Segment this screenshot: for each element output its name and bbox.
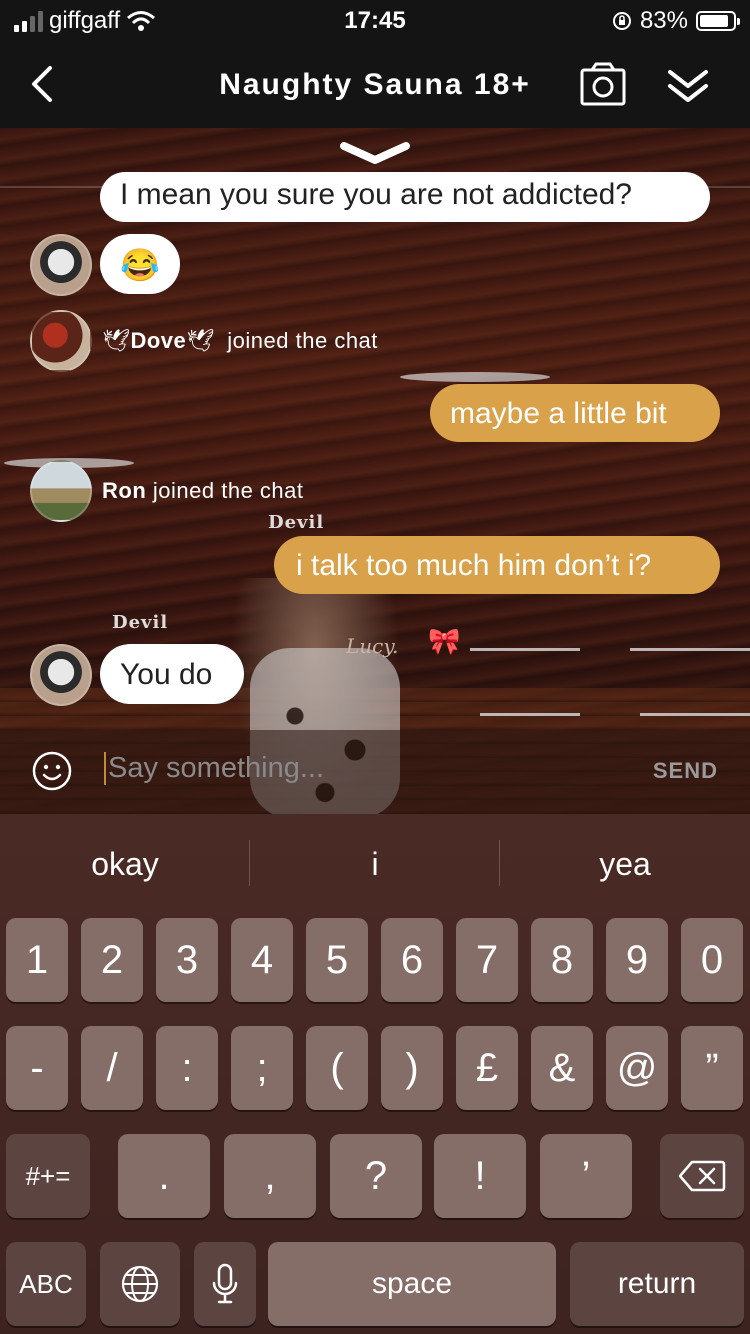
scene-rail: [470, 648, 580, 651]
key[interactable]: ”: [681, 1026, 743, 1110]
key[interactable]: 5: [306, 918, 368, 1002]
join-text: joined the chat: [227, 328, 378, 353]
key[interactable]: :: [156, 1026, 218, 1110]
message-text: 😂: [120, 247, 160, 283]
key[interactable]: &: [531, 1026, 593, 1110]
key[interactable]: 8: [531, 918, 593, 1002]
chat-area[interactable]: I mean you sure you are not addicted? 😂 …: [0, 128, 750, 814]
key[interactable]: ’: [540, 1134, 632, 1218]
system-message: 🕊Dove🕊 joined the chat: [102, 328, 378, 354]
camera-icon[interactable]: [580, 62, 626, 106]
key[interactable]: ,: [224, 1134, 316, 1218]
my-message-bubble: maybe a little bit: [430, 384, 720, 442]
suggestion-bar: okay i yea: [0, 814, 750, 910]
scene-rail: [640, 713, 750, 716]
battery-icon: [696, 11, 740, 31]
scene-name-tag: Devil: [268, 512, 325, 533]
key[interactable]: ): [381, 1026, 443, 1110]
key[interactable]: 6: [381, 918, 443, 1002]
keyboard: okay i yea 1 2 3 4 5 6 7 8 9 0 - / : ; (…: [0, 814, 750, 1334]
collapse-chevron-icon[interactable]: [340, 140, 410, 168]
chat-header: Naughty Sauna 18+: [0, 42, 750, 128]
message-bubble: I mean you sure you are not addicted?: [100, 172, 710, 222]
double-chevron-down-icon[interactable]: [666, 66, 710, 106]
scene-name-tag: Lucy.: [346, 634, 399, 658]
message-text: maybe a little bit: [450, 397, 667, 430]
message-bubble: 😂: [100, 234, 180, 294]
scene-platform: [400, 372, 550, 382]
key[interactable]: £: [456, 1026, 518, 1110]
suggestion[interactable]: i: [250, 846, 500, 883]
key[interactable]: !: [434, 1134, 526, 1218]
microphone-icon: [212, 1263, 238, 1304]
username[interactable]: Dove: [130, 328, 186, 353]
globe-key[interactable]: [100, 1242, 180, 1326]
avatar[interactable]: [30, 234, 92, 296]
scene-rail: [630, 648, 750, 651]
emoji-icon[interactable]: [32, 751, 72, 791]
key[interactable]: 3: [156, 918, 218, 1002]
my-message-bubble: i talk too much him don’t i?: [274, 536, 720, 594]
suggestion[interactable]: okay: [0, 846, 250, 883]
message-bubble: You do: [100, 644, 244, 704]
key[interactable]: @: [606, 1026, 668, 1110]
bow-icon: 🎀: [428, 626, 461, 656]
key[interactable]: 0: [681, 918, 743, 1002]
key[interactable]: 7: [456, 918, 518, 1002]
composer: Say something... SEND: [0, 730, 750, 814]
rotation-lock-icon: [612, 12, 631, 30]
return-key[interactable]: return: [570, 1242, 744, 1326]
avatar[interactable]: [30, 460, 92, 522]
key[interactable]: (: [306, 1026, 368, 1110]
key[interactable]: 2: [81, 918, 143, 1002]
space-key[interactable]: space: [268, 1242, 556, 1326]
dove-icon: 🕊: [102, 328, 131, 353]
key[interactable]: /: [81, 1026, 143, 1110]
backspace-key[interactable]: [660, 1134, 744, 1218]
username[interactable]: Ron: [102, 478, 146, 503]
message-text: i talk too much him don’t i?: [296, 549, 652, 582]
status-bar: giffgaff 17:45 83%: [0, 0, 750, 42]
scene-name-tag: Devil: [112, 612, 169, 633]
dictation-key[interactable]: [194, 1242, 256, 1326]
key[interactable]: 4: [231, 918, 293, 1002]
avatar[interactable]: [30, 310, 92, 372]
key[interactable]: 1: [6, 918, 68, 1002]
key[interactable]: ?: [330, 1134, 422, 1218]
join-text: joined the chat: [152, 478, 304, 503]
message-input[interactable]: Say something...: [104, 752, 324, 785]
key[interactable]: 9: [606, 918, 668, 1002]
suggestion[interactable]: yea: [500, 846, 750, 883]
system-message: Ron joined the chat: [102, 478, 304, 504]
scene-rail: [480, 713, 580, 716]
abc-key[interactable]: ABC: [6, 1242, 86, 1326]
message-text: I mean you sure you are not addicted?: [120, 178, 632, 211]
send-button[interactable]: SEND: [653, 758, 718, 784]
dove-icon: 🕊: [186, 328, 215, 353]
backspace-icon: [678, 1160, 726, 1192]
key[interactable]: .: [118, 1134, 210, 1218]
key[interactable]: -: [6, 1026, 68, 1110]
battery-percent: 83%: [639, 7, 688, 34]
globe-icon: [121, 1265, 159, 1303]
key[interactable]: ;: [231, 1026, 293, 1110]
message-text: You do: [120, 658, 213, 691]
room-title: Naughty Sauna 18+: [219, 68, 531, 101]
avatar[interactable]: [30, 644, 92, 706]
symbols-key[interactable]: #+=: [6, 1134, 90, 1218]
